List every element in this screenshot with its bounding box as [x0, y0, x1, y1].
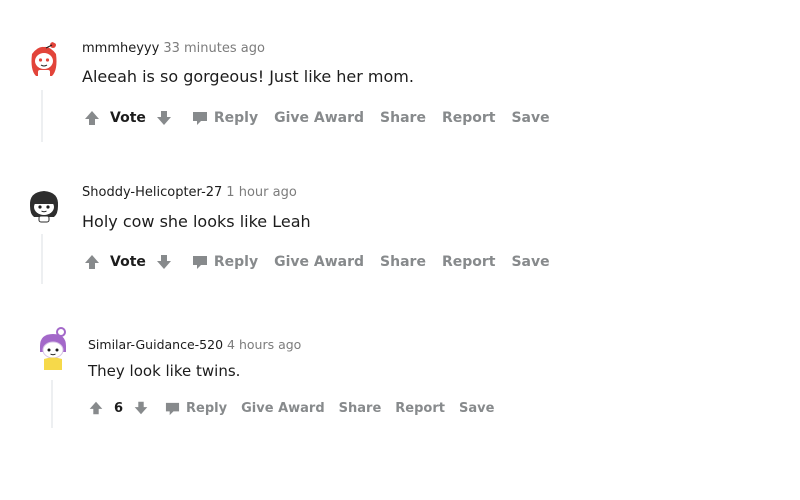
comment-actions: 6 Reply Give Award Share Report Save	[86, 398, 494, 418]
upvote-button[interactable]	[82, 252, 102, 272]
thread-line[interactable]	[41, 234, 43, 284]
downvote-button[interactable]	[154, 252, 174, 272]
user-avatar[interactable]	[34, 326, 72, 372]
share-button[interactable]: Share	[380, 254, 426, 270]
comment-body: Holy cow she looks like Leah	[82, 212, 311, 231]
downvote-button[interactable]	[154, 108, 174, 128]
give-award-button[interactable]: Give Award	[241, 401, 325, 416]
comment-actions: Vote Reply Give Award Share Report Save	[82, 108, 550, 128]
user-avatar[interactable]	[24, 184, 64, 224]
report-button[interactable]: Report	[442, 110, 496, 126]
reply-icon	[165, 402, 180, 415]
comment-body: They look like twins.	[88, 362, 241, 380]
timestamp[interactable]: 1 hour ago	[226, 185, 296, 200]
vote-count: Vote	[110, 110, 146, 126]
reply-button[interactable]: Reply	[192, 110, 258, 126]
report-button[interactable]: Report	[442, 254, 496, 270]
share-button[interactable]: Share	[339, 401, 382, 416]
comment-meta: Similar-Guidance-520 4 hours ago	[88, 337, 301, 352]
save-button[interactable]: Save	[511, 110, 549, 126]
upvote-button[interactable]	[82, 108, 102, 128]
comment-body: Aleeah is so gorgeous! Just like her mom…	[82, 67, 414, 86]
reply-label: Reply	[186, 400, 228, 416]
snoo-avatar-red-icon	[24, 40, 64, 80]
comment-meta: Shoddy-Helicopter-27 1 hour ago	[82, 185, 297, 200]
thread-line[interactable]	[41, 90, 43, 142]
upvote-icon	[89, 401, 103, 415]
upvote-icon	[85, 255, 99, 269]
vote-count: 6	[114, 400, 124, 416]
author-name[interactable]: Shoddy-Helicopter-27	[82, 185, 222, 200]
give-award-button[interactable]: Give Award	[274, 110, 364, 126]
snoo-avatar-dark-icon	[24, 184, 64, 224]
save-button[interactable]: Save	[511, 254, 549, 270]
downvote-icon	[156, 111, 171, 125]
report-button[interactable]: Report	[395, 401, 445, 416]
timestamp[interactable]: 33 minutes ago	[163, 41, 265, 56]
author-name[interactable]: Similar-Guidance-520	[88, 337, 223, 352]
upvote-button[interactable]	[86, 398, 106, 418]
user-avatar[interactable]	[24, 40, 64, 80]
reply-label: Reply	[213, 254, 259, 270]
author-name[interactable]: mmmheyyy	[82, 41, 159, 56]
give-award-button[interactable]: Give Award	[274, 254, 364, 270]
timestamp[interactable]: 4 hours ago	[227, 337, 301, 352]
reply-icon	[192, 112, 207, 125]
comment-actions: Vote Reply Give Award Share Report Save	[82, 252, 550, 272]
downvote-icon	[134, 401, 148, 415]
downvote-icon	[156, 255, 171, 269]
snoo-avatar-purple-icon	[40, 327, 66, 370]
downvote-button[interactable]	[131, 398, 151, 418]
reply-label: Reply	[213, 110, 259, 126]
upvote-icon	[85, 111, 99, 125]
vote-count: Vote	[110, 254, 146, 270]
reply-button[interactable]: Reply	[192, 254, 258, 270]
save-button[interactable]: Save	[459, 401, 494, 416]
share-button[interactable]: Share	[380, 110, 426, 126]
reply-icon	[192, 256, 207, 269]
comment-meta: mmmheyyy 33 minutes ago	[82, 41, 265, 56]
reply-button[interactable]: Reply	[165, 401, 227, 416]
thread-line[interactable]	[51, 380, 53, 428]
